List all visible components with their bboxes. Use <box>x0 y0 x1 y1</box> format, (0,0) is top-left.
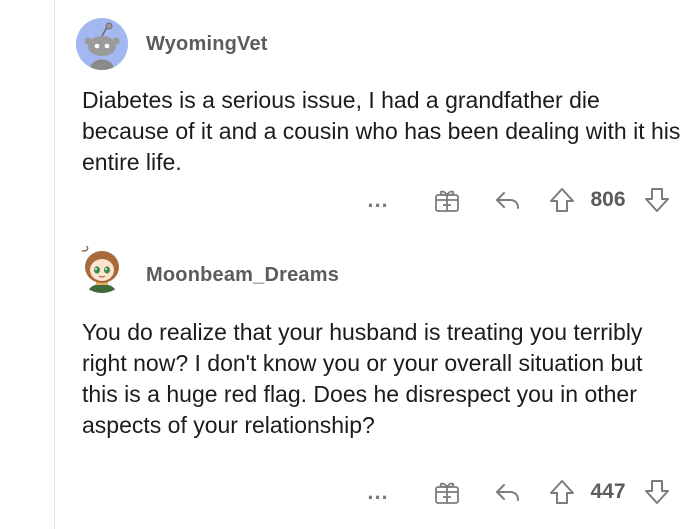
comment-actions: ... 447 <box>360 475 680 509</box>
upvote-arrow-icon[interactable] <box>548 475 576 509</box>
comment-username[interactable]: Moonbeam_Dreams <box>146 264 339 287</box>
downvote-arrow-icon[interactable] <box>643 475 671 509</box>
gift-award-icon[interactable] <box>432 183 462 217</box>
comment-username[interactable]: WyomingVet <box>146 33 268 56</box>
anime-girl-avatar-icon[interactable] <box>76 241 128 293</box>
comment: Moonbeam_Dreams You do realize that your… <box>0 230 700 529</box>
comment: WyomingVet Diabetes is a serious issue, … <box>0 0 700 230</box>
more-options-icon[interactable]: ... <box>364 183 392 217</box>
vote-score: 806 <box>590 188 626 211</box>
vote-score: 447 <box>590 480 626 503</box>
gift-award-icon[interactable] <box>432 475 462 509</box>
comment-body: You do realize that your husband is trea… <box>82 319 643 438</box>
comment-body: Diabetes is a serious issue, I had a gra… <box>82 87 681 175</box>
comment-actions: ... 806 <box>360 183 680 217</box>
downvote-arrow-icon[interactable] <box>643 183 671 217</box>
more-options-icon[interactable]: ... <box>364 475 392 509</box>
snoo-default-avatar-icon[interactable] <box>76 18 128 70</box>
reply-arrow-icon[interactable] <box>493 475 523 509</box>
reply-arrow-icon[interactable] <box>493 183 523 217</box>
upvote-arrow-icon[interactable] <box>548 183 576 217</box>
